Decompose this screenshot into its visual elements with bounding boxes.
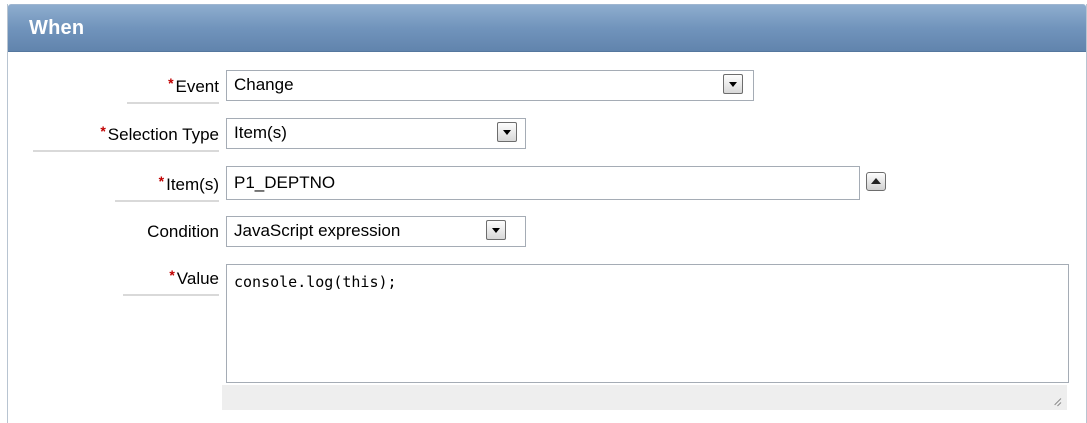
value-textarea[interactable]: console.log(this); bbox=[226, 264, 1069, 383]
region-title: When bbox=[29, 17, 85, 39]
value-label-text: Value bbox=[176, 269, 219, 288]
chevron-down-icon[interactable] bbox=[497, 122, 517, 142]
required-marker: * bbox=[168, 75, 174, 91]
items-label-text: Item(s) bbox=[166, 175, 219, 194]
items-input-value: P1_DEPTNO bbox=[234, 173, 336, 192]
value-textarea-content: console.log(this); bbox=[234, 273, 397, 291]
selection-type-label-text: Selection Type bbox=[107, 125, 219, 144]
event-label-text: Event bbox=[175, 77, 219, 96]
value-label: * Value bbox=[123, 262, 219, 296]
selection-type-select-value: Item(s) bbox=[234, 123, 287, 142]
event-select[interactable]: Change bbox=[226, 70, 754, 101]
required-marker: * bbox=[100, 123, 106, 139]
chevron-down-icon[interactable] bbox=[486, 220, 506, 240]
selection-type-label: * Selection Type bbox=[33, 118, 219, 152]
required-marker: * bbox=[169, 267, 175, 283]
region-header: When bbox=[8, 4, 1086, 52]
event-select-value: Change bbox=[234, 75, 294, 94]
condition-label: Condition bbox=[109, 217, 219, 251]
condition-select-value: JavaScript expression bbox=[234, 221, 401, 240]
chevron-up-icon[interactable] bbox=[866, 172, 886, 191]
chevron-down-icon[interactable] bbox=[723, 74, 743, 94]
condition-label-text: Condition bbox=[147, 222, 219, 241]
selection-type-select[interactable]: Item(s) bbox=[226, 118, 526, 149]
event-label: * Event bbox=[127, 70, 219, 104]
items-input[interactable]: P1_DEPTNO bbox=[226, 166, 860, 200]
required-marker: * bbox=[158, 173, 165, 189]
resize-grip-icon[interactable] bbox=[1051, 395, 1062, 407]
condition-select[interactable]: JavaScript expression bbox=[226, 216, 526, 247]
items-label: * Item(s) bbox=[115, 168, 219, 202]
textarea-resize-bar[interactable] bbox=[222, 385, 1067, 410]
